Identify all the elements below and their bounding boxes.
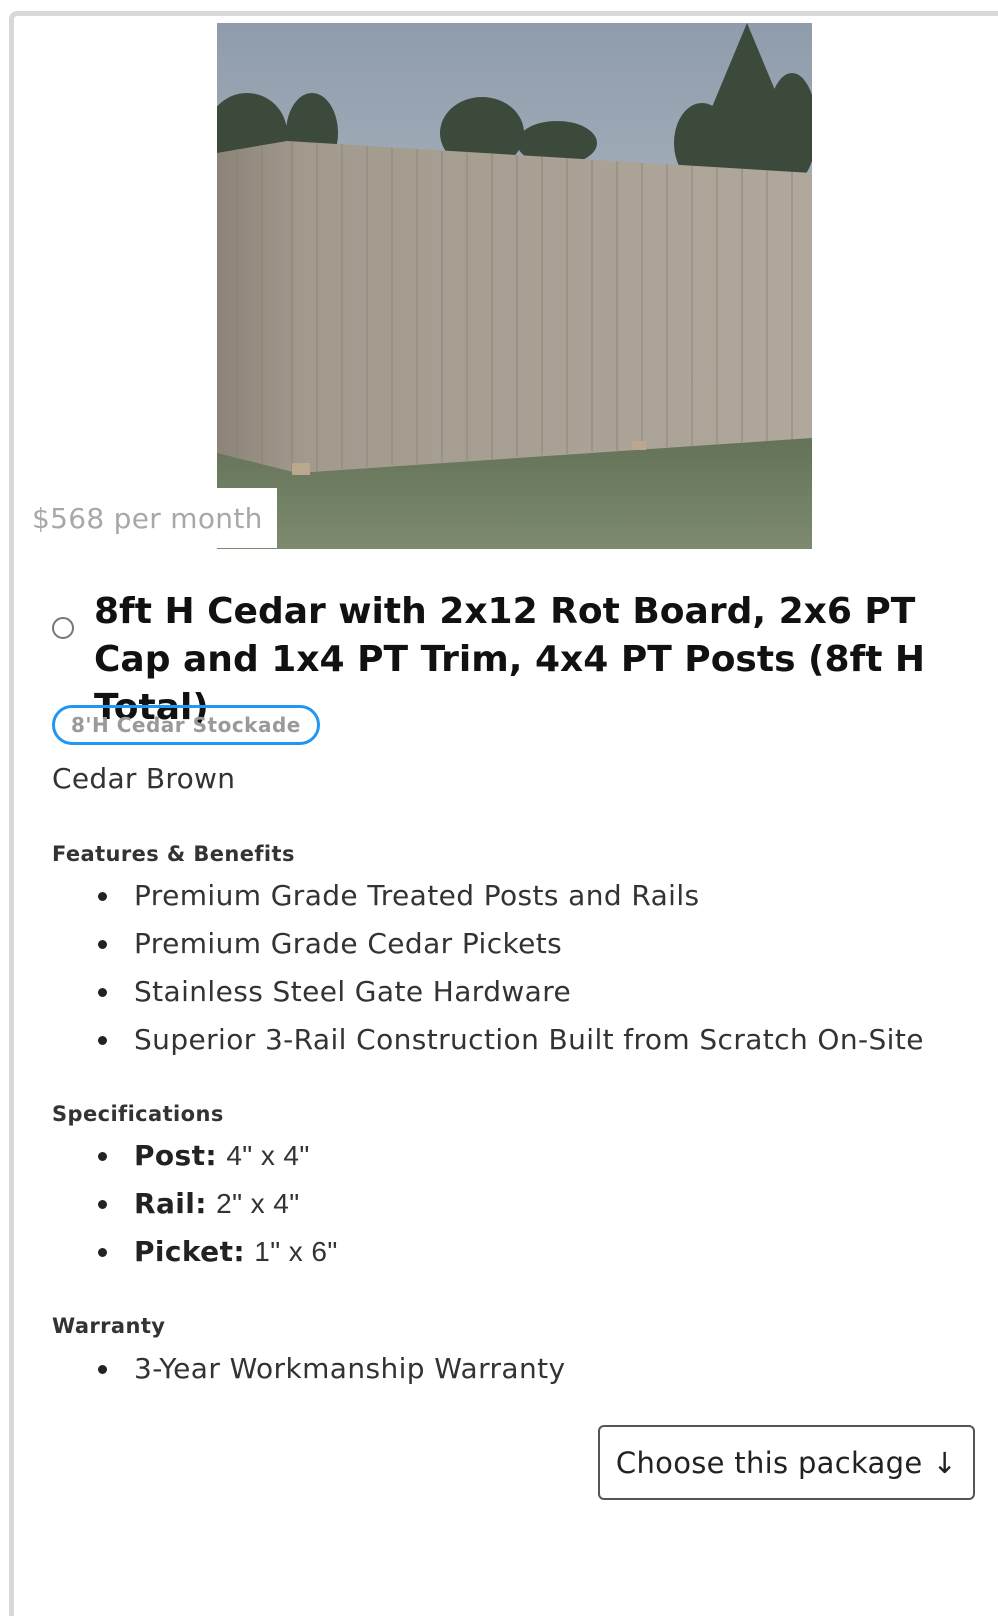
warranty-list: 3-Year Workmanship Warranty	[98, 1345, 565, 1393]
specifications-heading: Specifications	[52, 1102, 224, 1126]
choose-package-button[interactable]: Choose this package ↓	[598, 1425, 975, 1500]
package-radio[interactable]	[52, 617, 74, 639]
list-item: Stainless Steel Gate Hardware	[98, 968, 924, 1016]
bullet-icon	[98, 1152, 107, 1161]
spec-item: Rail: 2" x 4"	[98, 1180, 338, 1228]
list-item: Premium Grade Treated Posts and Rails	[98, 872, 924, 920]
features-list: Premium Grade Treated Posts and Rails Pr…	[98, 872, 924, 1064]
features-heading: Features & Benefits	[52, 842, 295, 866]
bullet-icon	[98, 1200, 107, 1209]
bullet-icon	[98, 1365, 107, 1374]
color-name: Cedar Brown	[52, 762, 236, 795]
spec-item: Post: 4" x 4"	[98, 1132, 338, 1180]
arrow-down-icon: ↓	[932, 1445, 958, 1480]
fence-photo	[217, 23, 812, 549]
bullet-icon	[98, 940, 107, 949]
spec-item: Picket: 1" x 6"	[98, 1228, 338, 1276]
style-badge: 8'H Cedar Stockade	[52, 705, 320, 745]
bullet-icon	[98, 1248, 107, 1257]
list-item: Premium Grade Cedar Pickets	[98, 920, 924, 968]
list-item: 3-Year Workmanship Warranty	[98, 1345, 565, 1393]
bullet-icon	[98, 1036, 107, 1045]
bullet-icon	[98, 892, 107, 901]
list-item: Superior 3-Rail Construction Built from …	[98, 1016, 924, 1064]
specifications-list: Post: 4" x 4" Rail: 2" x 4" Picket: 1" x…	[98, 1132, 338, 1276]
warranty-heading: Warranty	[52, 1314, 166, 1338]
monthly-price: $568 per month	[19, 488, 277, 548]
bullet-icon	[98, 988, 107, 997]
package-card: $568 per month 8ft H Cedar with 2x12 Rot…	[9, 11, 998, 1616]
